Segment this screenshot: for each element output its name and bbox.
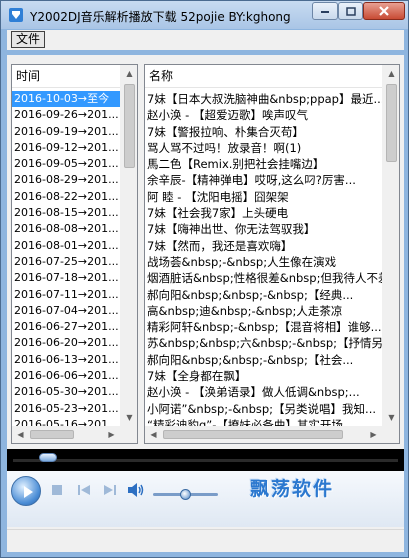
time-list-item[interactable]: 2016-08-15→201... xyxy=(12,205,120,221)
song-list-item[interactable]: 7妹【全身都在飘】 xyxy=(145,368,382,384)
song-list-item[interactable]: 精彩阿轩&nbsp;-&nbsp;【混音将相】谁够... xyxy=(145,319,382,335)
name-column-header[interactable]: 名称 xyxy=(145,65,382,88)
maximize-button[interactable] xyxy=(338,2,363,20)
scroll-up-icon[interactable]: ▲ xyxy=(383,65,399,82)
time-list-item[interactable]: 2016-06-27→201... xyxy=(12,319,120,335)
song-list-item[interactable]: 郝向阳&nbsp;&nbsp;-&nbsp;【社会... xyxy=(145,352,382,368)
play-icon xyxy=(24,486,33,498)
scroll-right-icon[interactable]: ▶ xyxy=(103,426,120,443)
time-list-item[interactable]: 2016-09-05→201... xyxy=(12,156,120,172)
menu-bar: 文件 xyxy=(7,30,404,50)
song-list-item[interactable]: 苏&nbsp;&nbsp;六&nbsp;-&nbsp;【抒情另... xyxy=(145,335,382,351)
status-bar xyxy=(7,529,404,552)
maximize-icon xyxy=(345,6,356,16)
time-list-item[interactable]: 2016-08-08→201... xyxy=(12,221,120,237)
time-list-item[interactable]: 2016-06-13→201... xyxy=(12,352,120,368)
time-list-item[interactable]: 2016-05-30→201... xyxy=(12,384,120,400)
song-list-item[interactable]: 骂人骂不过吗！放录音！啊(1) xyxy=(145,140,382,156)
play-button[interactable] xyxy=(11,476,41,506)
time-column-header[interactable]: 时间 xyxy=(12,65,120,88)
previous-icon[interactable] xyxy=(77,484,91,496)
scroll-right-icon[interactable]: ▶ xyxy=(365,426,382,443)
scrollbar-corner xyxy=(120,426,137,443)
song-list-item[interactable]: 阿 睦 - 【沈阳电摇】囧架架 xyxy=(145,189,382,205)
time-list-item[interactable]: 2016-09-19→201... xyxy=(12,124,120,140)
song-list-rows: 7妹【日本大叔洗脑神曲&nbsp;ppap】最近... 赵小涣 - 【超爱迈歌】… xyxy=(145,91,382,426)
song-list-item[interactable]: 7妹【然而，我还是喜欢嗨】 xyxy=(145,238,382,254)
song-list-item[interactable]: “精彩迪豹g”-【撩妹必备曲】其实开场... xyxy=(145,417,382,426)
song-list-horizontal-scrollbar[interactable]: ◀ ▶ xyxy=(145,426,382,443)
time-list-vertical-scrollbar[interactable]: ▲ ▼ xyxy=(120,65,137,426)
song-list-item[interactable]: 余辛辰-【精神弹电】哎呀,这么叼?厉害... xyxy=(145,172,382,188)
song-list-item[interactable]: 赵小涣 - 【超爱迈歌】唉声叹气 xyxy=(145,107,382,123)
volume-icon[interactable] xyxy=(127,482,145,498)
app-icon xyxy=(9,8,23,22)
song-list[interactable]: 名称 7妹【日本大叔洗脑神曲&nbsp;ppap】最近... 赵小涣 - 【超爱… xyxy=(144,64,400,444)
scroll-down-icon[interactable]: ▼ xyxy=(121,409,137,426)
scroll-down-icon[interactable]: ▼ xyxy=(383,409,399,426)
time-list-item[interactable]: 2016-10-03→至今 xyxy=(12,91,120,108)
stop-icon[interactable] xyxy=(51,484,63,496)
song-list-item[interactable]: 郝向阳&nbsp;&nbsp;-&nbsp;【经典... xyxy=(145,287,382,303)
song-list-vscroll-thumb[interactable] xyxy=(386,84,397,162)
player-controls: 飘荡软件 xyxy=(7,471,404,527)
media-player: 飘荡软件 xyxy=(7,449,404,527)
scrollbar-corner xyxy=(382,426,399,443)
time-list-item[interactable]: 2016-09-12→201... xyxy=(12,140,120,156)
close-button[interactable] xyxy=(363,2,405,20)
seek-thumb[interactable] xyxy=(39,453,57,462)
scroll-up-icon[interactable]: ▲ xyxy=(121,65,137,82)
time-list-item[interactable]: 2016-08-01→201... xyxy=(12,238,120,254)
song-list-hscroll-thumb[interactable] xyxy=(163,430,343,439)
app-window: Y2002DJ音乐解析播放下载 52pojie BY:kghong 文件 时间 … xyxy=(0,0,409,558)
time-list-item[interactable]: 2016-07-25→201... xyxy=(12,254,120,270)
brand-logo: 飘荡软件 xyxy=(250,478,335,500)
seek-bar[interactable] xyxy=(13,459,398,462)
song-list-item[interactable]: 7妹【警报拉响、朴集合灭苟】 xyxy=(145,124,382,140)
song-list-item[interactable]: 小阿诺”&nbsp;-&nbsp;【另类说唱】我知... xyxy=(145,401,382,417)
close-icon xyxy=(379,6,389,16)
minimize-button[interactable] xyxy=(312,2,338,20)
time-list-hscroll-thumb[interactable] xyxy=(30,430,74,439)
time-list-item[interactable]: 2016-05-16→201... xyxy=(12,417,120,426)
main-content: 时间 2016-10-03→至今 2016-09-26→201... 2016-… xyxy=(7,55,404,552)
time-list-item[interactable]: 2016-08-29→201... xyxy=(12,172,120,188)
time-list-item[interactable]: 2016-08-22→201... xyxy=(12,189,120,205)
window-title: Y2002DJ音乐解析播放下载 52pojie BY:kghong xyxy=(30,10,291,24)
song-list-item[interactable]: 7妹【日本大叔洗脑神曲&nbsp;ppap】最近... xyxy=(145,91,382,107)
time-list-item[interactable]: 2016-06-20→201... xyxy=(12,335,120,351)
minimize-icon xyxy=(321,11,329,13)
song-list-item[interactable]: 烟酒脏话&nbsp;性格很差&nbsp;但我待人不差 xyxy=(145,270,382,286)
time-list-item[interactable]: 2016-09-26→201... xyxy=(12,107,120,123)
next-icon[interactable] xyxy=(103,484,117,496)
time-list-item[interactable]: 2016-07-18→201... xyxy=(12,270,120,286)
time-list-horizontal-scrollbar[interactable]: ◀ ▶ xyxy=(12,426,120,443)
time-list[interactable]: 时间 2016-10-03→至今 2016-09-26→201... 2016-… xyxy=(11,64,138,444)
time-list-item[interactable]: 2016-07-04→201... xyxy=(12,303,120,319)
song-list-item[interactable]: 7妹【社会我7家】上头硬电 xyxy=(145,205,382,221)
song-list-item[interactable]: 战场荟&nbsp;-&nbsp;人生像在演戏 xyxy=(145,254,382,270)
time-list-vscroll-thumb[interactable] xyxy=(124,84,135,168)
menu-file[interactable]: 文件 xyxy=(11,31,46,48)
time-list-item[interactable]: 2016-05-23→201... xyxy=(12,401,120,417)
scroll-left-icon[interactable]: ◀ xyxy=(12,426,29,443)
time-list-item[interactable]: 2016-07-11→201... xyxy=(12,287,120,303)
scroll-left-icon[interactable]: ◀ xyxy=(145,426,162,443)
song-list-item[interactable]: 馬二色【Remix.别把社会挂嘴边】 xyxy=(145,156,382,172)
volume-thumb[interactable] xyxy=(180,489,191,500)
time-list-rows: 2016-10-03→至今 2016-09-26→201... 2016-09-… xyxy=(12,91,120,426)
time-list-item[interactable]: 2016-06-06→201... xyxy=(12,368,120,384)
song-list-item[interactable]: 高&nbsp;迪&nbsp;-&nbsp;人走茶凉 xyxy=(145,303,382,319)
song-list-vertical-scrollbar[interactable]: ▲ ▼ xyxy=(382,65,399,426)
song-list-item[interactable]: 7妹【嗨神出世、你无法驾驭我】 xyxy=(145,221,382,237)
song-list-item[interactable]: 赵小涣 - 【涣弟语录】做人低调&nbsp;... xyxy=(145,384,382,400)
title-bar[interactable]: Y2002DJ音乐解析播放下载 52pojie BY:kghong xyxy=(1,1,408,29)
